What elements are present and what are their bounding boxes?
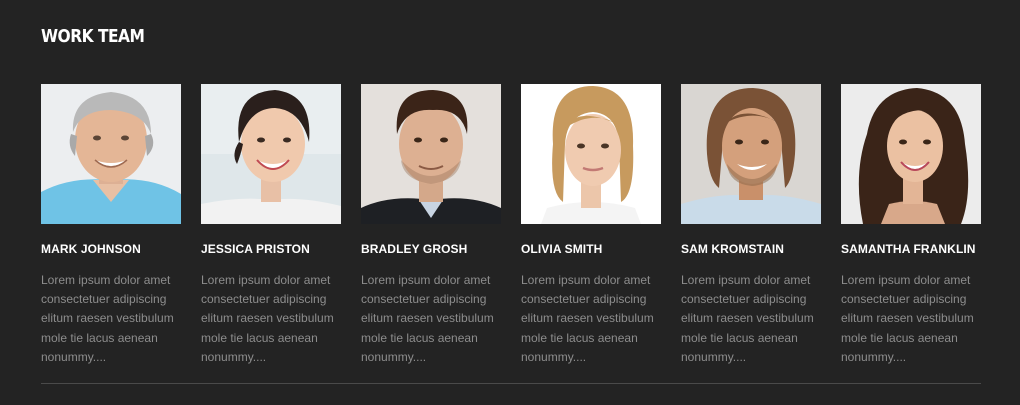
- member-bio: Lorem ipsum dolor amet consectetuer adip…: [41, 273, 174, 364]
- member-bio: Lorem ipsum dolor amet consectetuer adip…: [521, 273, 654, 364]
- work-team-section: WORK TEAM MARK JOHNSON Lorem ipsum dolor…: [41, 0, 981, 405]
- member-name: JESSICA PRISTON: [201, 242, 310, 256]
- section-divider: [41, 383, 981, 384]
- portrait-man-suit-icon: [361, 84, 501, 224]
- team-member-card: SAM KROMSTAIN Lorem ipsum dolor amet con…: [681, 84, 821, 364]
- member-photo[interactable]: [201, 84, 341, 224]
- member-photo[interactable]: [841, 84, 981, 224]
- member-photo[interactable]: [681, 84, 821, 224]
- member-name: SAM KROMSTAIN: [681, 242, 785, 256]
- member-photo[interactable]: [41, 84, 181, 224]
- member-name: MARK JOHNSON: [41, 242, 141, 256]
- member-bio: Lorem ipsum dolor amet consectetuer adip…: [201, 273, 334, 364]
- portrait-older-man-icon: [41, 84, 181, 224]
- team-member-card: MARK JOHNSON Lorem ipsum dolor amet cons…: [41, 84, 181, 364]
- section-title: WORK TEAM: [41, 26, 145, 47]
- portrait-man-long-hair-icon: [681, 84, 821, 224]
- member-bio: Lorem ipsum dolor amet consectetuer adip…: [841, 273, 974, 364]
- team-member-card: SAMANTHA FRANKLIN Lorem ipsum dolor amet…: [841, 84, 981, 364]
- member-bio: Lorem ipsum dolor amet consectetuer adip…: [361, 273, 494, 364]
- member-photo[interactable]: [361, 84, 501, 224]
- team-member-card: JESSICA PRISTON Lorem ipsum dolor amet c…: [201, 84, 341, 364]
- member-name: BRADLEY GROSH: [361, 242, 468, 256]
- portrait-woman-icon: [201, 84, 341, 224]
- member-name: OLIVIA SMITH: [521, 242, 603, 256]
- team-member-card: BRADLEY GROSH Lorem ipsum dolor amet con…: [361, 84, 501, 364]
- team-grid: MARK JOHNSON Lorem ipsum dolor amet cons…: [41, 84, 981, 374]
- portrait-woman-long-hair-icon: [841, 84, 981, 224]
- member-bio: Lorem ipsum dolor amet consectetuer adip…: [681, 273, 814, 364]
- member-photo[interactable]: [521, 84, 661, 224]
- team-member-card: OLIVIA SMITH Lorem ipsum dolor amet cons…: [521, 84, 661, 364]
- portrait-woman-blonde-icon: [521, 84, 661, 224]
- member-name: SAMANTHA FRANKLIN: [841, 242, 976, 256]
